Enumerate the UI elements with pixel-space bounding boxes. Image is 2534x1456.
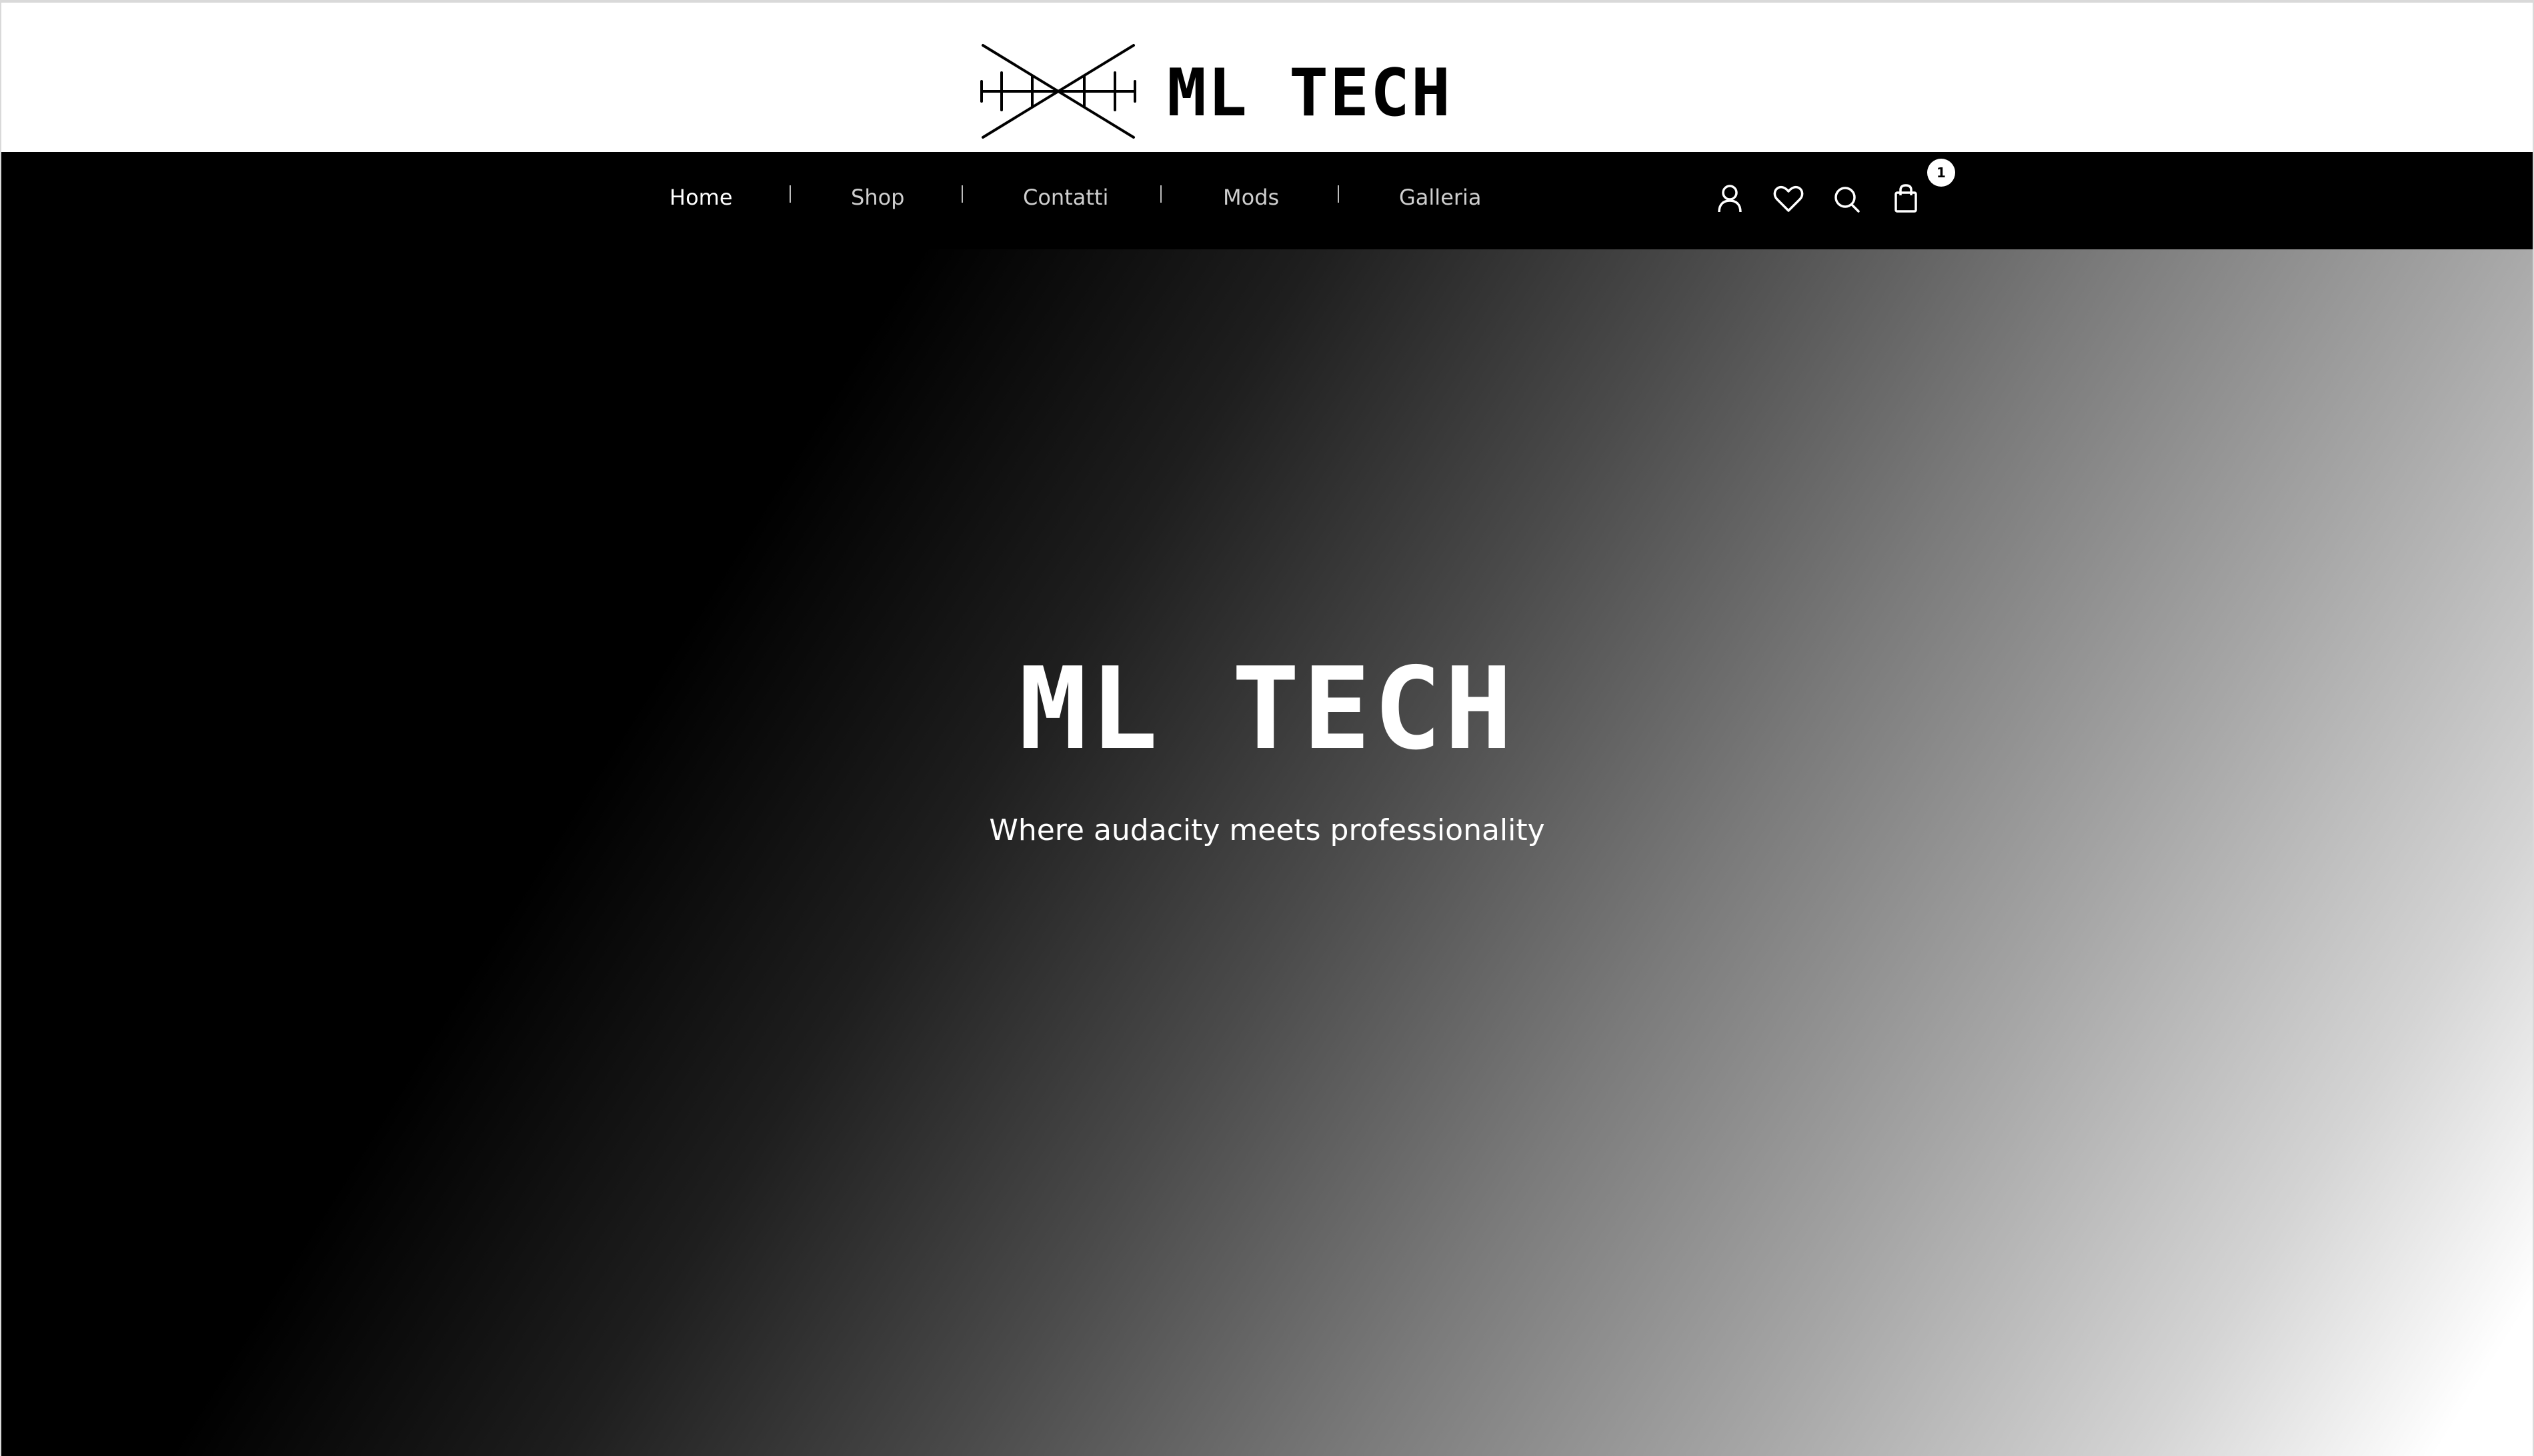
site-header: ML TECH (1, 3, 2533, 152)
nav-separator (1160, 185, 1162, 203)
heart-icon[interactable] (1771, 181, 1806, 216)
crossed-lines-logo-icon[interactable] (979, 43, 1138, 140)
main-navigation: Home Shop Contatti Mods Galleria 1 (1, 152, 2533, 249)
search-icon[interactable] (1830, 181, 1864, 216)
nav-separator (962, 185, 963, 203)
nav-item-mods[interactable]: Mods (1223, 183, 1279, 212)
hero-title: ML TECH (1018, 643, 1516, 775)
hero-section: ML TECH Where audacity meets professiona… (1, 249, 2533, 1456)
nav-item-home[interactable]: Home (670, 183, 733, 212)
nav-separator (1338, 185, 1339, 203)
brand-name[interactable]: ML TECH (1167, 53, 1452, 133)
browser-viewport: ML TECH Home Shop Contatti Mods Galleria (1, 3, 2533, 1456)
shopping-bag-icon[interactable] (1888, 181, 1923, 216)
nav-separator (790, 185, 791, 203)
cart-count-badge: 1 (1927, 159, 1955, 187)
nav-item-shop[interactable]: Shop (851, 183, 904, 212)
user-icon[interactable] (1712, 181, 1747, 216)
nav-item-galleria[interactable]: Galleria (1399, 183, 1482, 212)
hero-subtitle: Where audacity meets professionality (989, 813, 1545, 847)
nav-item-contatti[interactable]: Contatti (1023, 183, 1108, 212)
